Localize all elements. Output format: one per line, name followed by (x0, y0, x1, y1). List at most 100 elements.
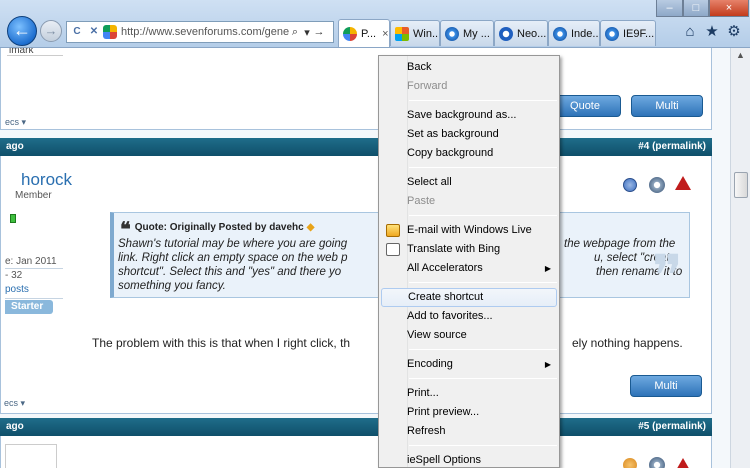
tab-my[interactable]: My ... (440, 20, 494, 46)
chevron-down-icon: ▾ (20, 398, 26, 408)
multi-quote-button[interactable]: Multi (631, 95, 703, 117)
specs-label: ecs (5, 117, 20, 127)
post-count: - 32 (5, 270, 23, 281)
home-icon[interactable]: ⌂ (680, 22, 700, 42)
back-button[interactable]: ← (7, 16, 37, 46)
stop-icon[interactable]: ✕ (87, 25, 101, 39)
divider (5, 268, 63, 269)
post-5 (0, 436, 712, 468)
menu-item-back[interactable]: Back (381, 58, 557, 77)
multi-quote-button[interactable]: Multi (630, 375, 702, 397)
menu-item-encoding[interactable]: Encoding ▶ (381, 355, 557, 374)
permalink-link[interactable]: #5 (permalink) (638, 418, 706, 436)
maximize-button[interactable]: □ (683, 0, 709, 17)
close-button[interactable]: × (709, 0, 749, 17)
author-name-link[interactable]: horock (21, 170, 72, 190)
forward-button[interactable]: → (40, 20, 62, 42)
post-message-b: ely nothing happens. (572, 336, 683, 350)
forum-page: imark Quote Multi ecs ▾ ago #4 (permalin… (0, 48, 730, 468)
menu-separator (409, 167, 557, 168)
menu-item-create-shortcut[interactable]: Create shortcut (381, 288, 557, 307)
gear-icon[interactable] (649, 177, 665, 193)
menu-item-set-background[interactable]: Set as background (381, 125, 557, 144)
quote-line-3a: shortcut". Select this and "yes" and the… (118, 266, 342, 278)
ie-icon (553, 26, 567, 41)
address-bar[interactable]: C ✕ http://www.sevenforums.com/gener ⌕ ▾… (66, 21, 334, 43)
online-status-icon (10, 214, 16, 223)
menu-item-copy-background[interactable]: Copy background (381, 144, 557, 163)
menu-separator (409, 100, 557, 101)
tab-label: Inde... (571, 27, 600, 40)
tab-label: Neo... (517, 27, 547, 40)
minimize-button[interactable]: – (656, 0, 683, 17)
translate-icon (386, 243, 400, 256)
specs-link[interactable]: ecs ▾ (5, 117, 26, 128)
permalink-link[interactable]: #4 (permalink) (638, 138, 706, 156)
ie-icon (605, 26, 619, 41)
scrollbar-thumb[interactable] (734, 172, 748, 198)
menu-separator (409, 378, 557, 379)
tab-favicon-icon (395, 26, 409, 41)
post-message-a: The problem with this is that when I rig… (92, 336, 351, 350)
tab-label: P... (361, 27, 377, 40)
avatar (5, 444, 57, 468)
report-warning-icon[interactable] (675, 458, 691, 468)
windows-live-mail-icon (386, 224, 400, 237)
info-icon[interactable] (623, 458, 637, 468)
post-previous: imark Quote Multi ecs ▾ (0, 48, 712, 130)
menu-item-save-background[interactable]: Save background as... (381, 106, 557, 125)
menu-item-iespell-options[interactable]: ieSpell Options (381, 451, 557, 468)
menu-separator (409, 349, 557, 350)
post-date: ago (6, 421, 24, 432)
menu-item-paste[interactable]: Paste (381, 192, 557, 211)
vertical-scrollbar[interactable]: ▲ (730, 48, 750, 468)
menu-item-label: All Accelerators (407, 262, 483, 274)
divider (7, 55, 63, 56)
menu-item-refresh[interactable]: Refresh (381, 422, 557, 441)
menu-item-print-preview[interactable]: Print preview... (381, 403, 557, 422)
menu-item-forward[interactable]: Forward (381, 77, 557, 96)
context-menu: Back Forward Save background as... Set a… (378, 55, 560, 468)
menu-item-view-source[interactable]: View source (381, 326, 557, 345)
tab-label: IE9F... (623, 27, 655, 40)
menu-item-print[interactable]: Print... (381, 384, 557, 403)
scroll-up-icon[interactable]: ▲ (736, 50, 745, 60)
menu-item-email-windows-live[interactable]: E-mail with Windows Live (381, 221, 557, 240)
search-icon[interactable]: ⌕ (289, 26, 301, 39)
view-post-icon[interactable]: ◆ (307, 222, 315, 233)
tab-ie9[interactable]: IE9F... (600, 20, 656, 46)
thread-starter-badge: Starter (5, 300, 53, 314)
post-header: ago #5 (permalink) (0, 418, 712, 436)
menu-item-select-all[interactable]: Select all (381, 173, 557, 192)
find-posts-link[interactable]: posts (5, 284, 29, 295)
quote-line-2a: link. Right click an empty space on the … (118, 252, 348, 264)
gear-icon[interactable] (649, 457, 665, 468)
post-message: The problem with this is that when I rig… (92, 336, 683, 350)
menu-item-all-accelerators[interactable]: All Accelerators ▶ (381, 259, 557, 278)
gear-icon[interactable]: ⚙ (724, 22, 744, 42)
quote-heading-text: Quote: Originally Posted by davehc (134, 222, 304, 233)
submenu-arrow-icon: ▶ (544, 264, 551, 273)
divider (5, 298, 63, 299)
close-tab-icon[interactable]: × (382, 28, 388, 40)
favorites-star-icon[interactable]: ★ (702, 22, 722, 42)
menu-separator (409, 215, 557, 216)
tab-active[interactable]: P... × (338, 19, 390, 47)
specs-link[interactable]: ecs ▾ (4, 398, 25, 409)
tab-neo[interactable]: Neo... (494, 20, 548, 46)
menu-item-add-favorites[interactable]: Add to favorites... (381, 307, 557, 326)
menu-item-label: Translate with Bing (407, 243, 501, 255)
report-warning-icon[interactable] (675, 176, 691, 190)
quote-line-1a: Shawn's tutorial may be where you are go… (118, 238, 348, 250)
chevron-down-icon[interactable]: ▾ (301, 26, 313, 39)
quote-close-mark-icon: ❞ (651, 244, 683, 309)
tab-windows[interactable]: Win... (390, 20, 440, 46)
address-input[interactable]: http://www.sevenforums.com/gener (121, 26, 289, 38)
go-arrow-icon[interactable]: → (313, 26, 325, 38)
menu-item-translate-bing[interactable]: Translate with Bing (381, 240, 557, 259)
specs-label: ecs (4, 398, 19, 408)
tab-label: My ... (463, 27, 490, 40)
tab-index[interactable]: Inde... (548, 20, 600, 46)
info-icon[interactable] (623, 178, 637, 192)
refresh-icon[interactable]: C (70, 25, 84, 39)
